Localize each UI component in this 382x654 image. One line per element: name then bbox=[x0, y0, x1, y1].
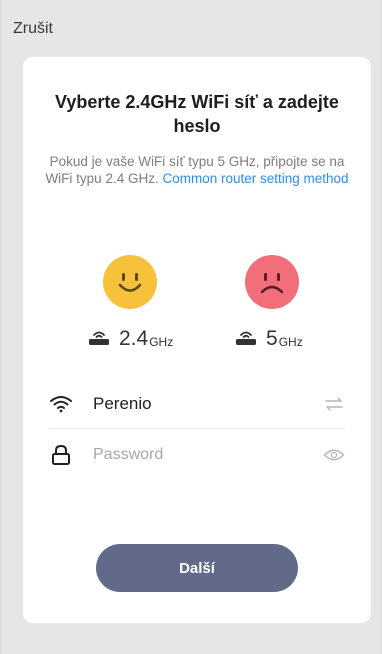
password-field[interactable] bbox=[49, 431, 345, 479]
band-5-value: 5 bbox=[266, 327, 278, 350]
band-hint-text: Pokud je vaše WiFi síť typu 5 GHz, připo… bbox=[45, 153, 349, 187]
wifi-setup-screen: Zrušit Vyberte 2.4GHz WiFi síť a zadejte… bbox=[0, 0, 382, 654]
router-icon bbox=[234, 328, 258, 351]
happy-face-icon bbox=[103, 255, 157, 309]
router-settings-link[interactable]: Common router setting method bbox=[162, 171, 348, 186]
band-5ghz: 5 GHz bbox=[234, 327, 303, 351]
page-title: Vyberte 2.4GHz WiFi síť a zadejte heslo bbox=[55, 92, 339, 136]
wifi-ssid-field[interactable]: Perenio bbox=[49, 380, 345, 429]
password-input[interactable] bbox=[93, 446, 323, 464]
band-2-4-value: 2.4 bbox=[119, 327, 149, 350]
wifi-setup-card: Vyberte 2.4GHz WiFi síť a zadejte heslo … bbox=[23, 57, 371, 623]
wifi-icon bbox=[49, 392, 73, 416]
band-2-4-unit: GHz bbox=[149, 334, 174, 349]
wifi-ssid-value[interactable]: Perenio bbox=[93, 394, 323, 414]
next-button[interactable]: Další bbox=[96, 544, 298, 592]
cancel-button[interactable]: Zrušit bbox=[13, 20, 53, 38]
sad-face-icon bbox=[245, 255, 299, 309]
switch-network-icon[interactable] bbox=[323, 393, 345, 415]
router-icon bbox=[87, 328, 111, 351]
eye-icon[interactable] bbox=[323, 444, 345, 466]
band-5-unit: GHz bbox=[278, 334, 303, 349]
band-2-4ghz: 2.4 GHz bbox=[87, 327, 173, 351]
lock-icon bbox=[49, 443, 73, 467]
